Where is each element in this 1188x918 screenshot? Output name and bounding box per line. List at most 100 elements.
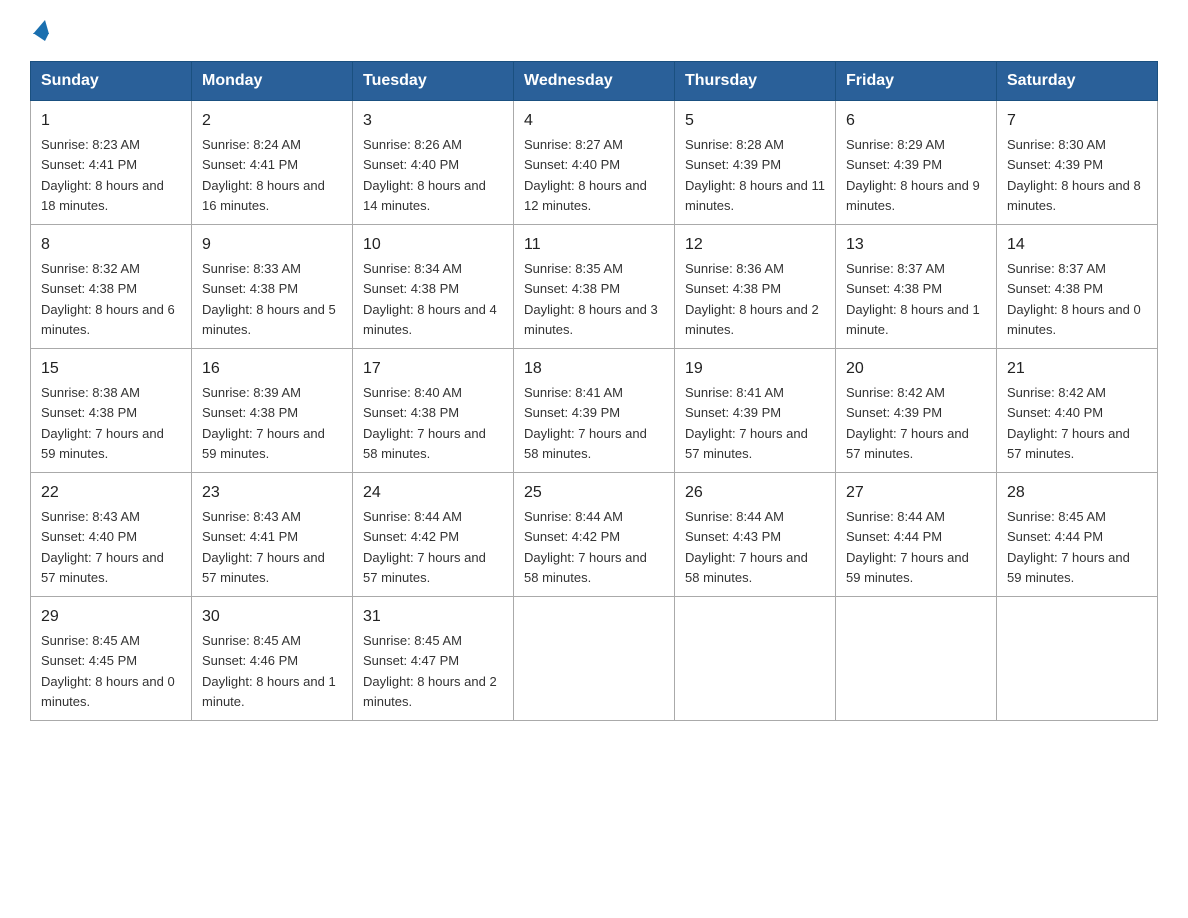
- day-cell: 9Sunrise: 8:33 AMSunset: 4:38 PMDaylight…: [192, 225, 353, 349]
- col-sunday: Sunday: [31, 62, 192, 101]
- day-cell: 30Sunrise: 8:45 AMSunset: 4:46 PMDayligh…: [192, 597, 353, 721]
- day-number: 17: [363, 357, 503, 381]
- day-cell: 12 Sunrise: 8:36 AMSunset: 4:38 PMDayligh…: [675, 225, 836, 349]
- day-cell: 15 Sunrise: 8:38 AMSunset: 4:38 PMDayligh…: [31, 349, 192, 473]
- day-cell: 27Sunrise: 8:44 AMSunset: 4:44 PMDayligh…: [836, 473, 997, 597]
- day-number: 20: [846, 357, 986, 381]
- day-info: Sunrise: 8:45 AMSunset: 4:44 PMDaylight:…: [1007, 509, 1130, 585]
- day-info: Sunrise: 8:24 AMSunset: 4:41 PMDaylight:…: [202, 137, 325, 213]
- day-number: 18: [524, 357, 664, 381]
- day-info: Sunrise: 8:45 AMSunset: 4:45 PMDaylight:…: [41, 633, 175, 709]
- day-cell: 4 Sunrise: 8:27 AMSunset: 4:40 PMDaylight…: [514, 101, 675, 225]
- day-number: 30: [202, 605, 342, 629]
- day-number: 24: [363, 481, 503, 505]
- day-cell: 11Sunrise: 8:35 AMSunset: 4:38 PMDayligh…: [514, 225, 675, 349]
- day-info: Sunrise: 8:42 AMSunset: 4:40 PMDaylight:…: [1007, 385, 1130, 461]
- day-info: Sunrise: 8:36 AMSunset: 4:38 PMDaylight:…: [685, 261, 819, 337]
- day-cell: 22 Sunrise: 8:43 AMSunset: 4:40 PMDayligh…: [31, 473, 192, 597]
- week-row-4: 22 Sunrise: 8:43 AMSunset: 4:40 PMDayligh…: [31, 473, 1158, 597]
- day-cell: 8 Sunrise: 8:32 AMSunset: 4:38 PMDaylight…: [31, 225, 192, 349]
- week-row-1: 1 Sunrise: 8:23 AMSunset: 4:41 PMDaylight…: [31, 101, 1158, 225]
- day-number: 21: [1007, 357, 1147, 381]
- day-cell: 25 Sunrise: 8:44 AMSunset: 4:42 PMDayligh…: [514, 473, 675, 597]
- calendar-table: Sunday Monday Tuesday Wednesday Thursday…: [30, 61, 1158, 721]
- col-friday: Friday: [836, 62, 997, 101]
- day-number: 4: [524, 109, 664, 133]
- day-info: Sunrise: 8:41 AMSunset: 4:39 PMDaylight:…: [685, 385, 808, 461]
- day-number: 9: [202, 233, 342, 257]
- day-number: 31: [363, 605, 503, 629]
- day-info: Sunrise: 8:38 AMSunset: 4:38 PMDaylight:…: [41, 385, 164, 461]
- day-cell: 14 Sunrise: 8:37 AMSunset: 4:38 PMDayligh…: [997, 225, 1158, 349]
- day-number: 3: [363, 109, 503, 133]
- day-number: 29: [41, 605, 181, 629]
- col-thursday: Thursday: [675, 62, 836, 101]
- day-cell: 10 Sunrise: 8:34 AMSunset: 4:38 PMDayligh…: [353, 225, 514, 349]
- day-info: Sunrise: 8:37 AMSunset: 4:38 PMDaylight:…: [1007, 261, 1141, 337]
- logo: [30, 20, 49, 41]
- day-info: Sunrise: 8:41 AMSunset: 4:39 PMDaylight:…: [524, 385, 647, 461]
- day-number: 1: [41, 109, 181, 133]
- day-info: Sunrise: 8:42 AMSunset: 4:39 PMDaylight:…: [846, 385, 969, 461]
- day-cell: 6Sunrise: 8:29 AMSunset: 4:39 PMDaylight…: [836, 101, 997, 225]
- day-number: 13: [846, 233, 986, 257]
- day-number: 23: [202, 481, 342, 505]
- day-info: Sunrise: 8:45 AMSunset: 4:47 PMDaylight:…: [363, 633, 497, 709]
- day-number: 19: [685, 357, 825, 381]
- day-cell: 18 Sunrise: 8:41 AMSunset: 4:39 PMDayligh…: [514, 349, 675, 473]
- day-number: 5: [685, 109, 825, 133]
- header-row: Sunday Monday Tuesday Wednesday Thursday…: [31, 62, 1158, 101]
- day-info: Sunrise: 8:44 AMSunset: 4:42 PMDaylight:…: [363, 509, 486, 585]
- day-cell: 31 Sunrise: 8:45 AMSunset: 4:47 PMDayligh…: [353, 597, 514, 721]
- day-number: 2: [202, 109, 342, 133]
- day-number: 26: [685, 481, 825, 505]
- day-cell: 3Sunrise: 8:26 AMSunset: 4:40 PMDaylight…: [353, 101, 514, 225]
- day-info: Sunrise: 8:29 AMSunset: 4:39 PMDaylight:…: [846, 137, 980, 213]
- day-number: 15: [41, 357, 181, 381]
- day-cell: [514, 597, 675, 721]
- day-number: 12: [685, 233, 825, 257]
- day-info: Sunrise: 8:28 AMSunset: 4:39 PMDaylight:…: [685, 137, 825, 213]
- day-info: Sunrise: 8:40 AMSunset: 4:38 PMDaylight:…: [363, 385, 486, 461]
- col-saturday: Saturday: [997, 62, 1158, 101]
- day-cell: 5 Sunrise: 8:28 AMSunset: 4:39 PMDaylight…: [675, 101, 836, 225]
- day-info: Sunrise: 8:37 AMSunset: 4:38 PMDaylight:…: [846, 261, 980, 337]
- col-monday: Monday: [192, 62, 353, 101]
- day-info: Sunrise: 8:23 AMSunset: 4:41 PMDaylight:…: [41, 137, 164, 213]
- day-number: 8: [41, 233, 181, 257]
- day-info: Sunrise: 8:35 AMSunset: 4:38 PMDaylight:…: [524, 261, 658, 337]
- day-number: 10: [363, 233, 503, 257]
- day-cell: 13 Sunrise: 8:37 AMSunset: 4:38 PMDayligh…: [836, 225, 997, 349]
- day-cell: 28 Sunrise: 8:45 AMSunset: 4:44 PMDayligh…: [997, 473, 1158, 597]
- day-cell: 29 Sunrise: 8:45 AMSunset: 4:45 PMDayligh…: [31, 597, 192, 721]
- day-number: 14: [1007, 233, 1147, 257]
- day-cell: 17 Sunrise: 8:40 AMSunset: 4:38 PMDayligh…: [353, 349, 514, 473]
- day-info: Sunrise: 8:44 AMSunset: 4:42 PMDaylight:…: [524, 509, 647, 585]
- day-cell: 24 Sunrise: 8:44 AMSunset: 4:42 PMDayligh…: [353, 473, 514, 597]
- day-info: Sunrise: 8:43 AMSunset: 4:41 PMDaylight:…: [202, 509, 325, 585]
- day-cell: [675, 597, 836, 721]
- week-row-5: 29 Sunrise: 8:45 AMSunset: 4:45 PMDayligh…: [31, 597, 1158, 721]
- week-row-3: 15 Sunrise: 8:38 AMSunset: 4:38 PMDayligh…: [31, 349, 1158, 473]
- day-info: Sunrise: 8:44 AMSunset: 4:44 PMDaylight:…: [846, 509, 969, 585]
- day-info: Sunrise: 8:39 AMSunset: 4:38 PMDaylight:…: [202, 385, 325, 461]
- day-number: 7: [1007, 109, 1147, 133]
- day-cell: [836, 597, 997, 721]
- col-wednesday: Wednesday: [514, 62, 675, 101]
- day-number: 28: [1007, 481, 1147, 505]
- day-cell: 26 Sunrise: 8:44 AMSunset: 4:43 PMDayligh…: [675, 473, 836, 597]
- day-cell: 21 Sunrise: 8:42 AMSunset: 4:40 PMDayligh…: [997, 349, 1158, 473]
- day-info: Sunrise: 8:32 AMSunset: 4:38 PMDaylight:…: [41, 261, 175, 337]
- day-cell: 23 Sunrise: 8:43 AMSunset: 4:41 PMDayligh…: [192, 473, 353, 597]
- day-number: 25: [524, 481, 664, 505]
- day-cell: 2 Sunrise: 8:24 AMSunset: 4:41 PMDaylight…: [192, 101, 353, 225]
- day-info: Sunrise: 8:34 AMSunset: 4:38 PMDaylight:…: [363, 261, 497, 337]
- day-cell: 7Sunrise: 8:30 AMSunset: 4:39 PMDaylight…: [997, 101, 1158, 225]
- day-cell: [997, 597, 1158, 721]
- day-info: Sunrise: 8:27 AMSunset: 4:40 PMDaylight:…: [524, 137, 647, 213]
- day-cell: 19 Sunrise: 8:41 AMSunset: 4:39 PMDayligh…: [675, 349, 836, 473]
- day-number: 22: [41, 481, 181, 505]
- day-info: Sunrise: 8:43 AMSunset: 4:40 PMDaylight:…: [41, 509, 164, 585]
- col-tuesday: Tuesday: [353, 62, 514, 101]
- day-info: Sunrise: 8:44 AMSunset: 4:43 PMDaylight:…: [685, 509, 808, 585]
